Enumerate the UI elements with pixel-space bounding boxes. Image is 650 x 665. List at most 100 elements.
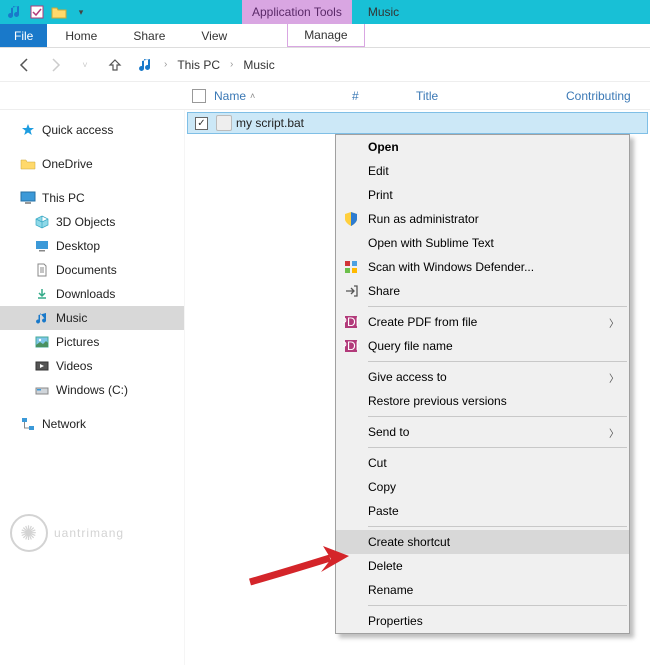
window-title: Music: [352, 0, 415, 24]
chevron-right-icon: 〉: [609, 425, 619, 440]
ctx-edit[interactable]: Edit: [336, 159, 629, 183]
ctx-send-to[interactable]: Send to〉: [336, 420, 629, 444]
column-name[interactable]: Name˄: [214, 89, 352, 103]
file-checkbox[interactable]: ✓: [195, 117, 208, 130]
forward-button: [44, 54, 66, 76]
ctx-scan-defender[interactable]: Scan with Windows Defender...: [336, 255, 629, 279]
ctx-label: Share: [368, 284, 400, 298]
ctx-label: Give access to: [368, 370, 447, 384]
qat-save-icon[interactable]: [28, 3, 46, 21]
sidebar-windows-c[interactable]: Windows (C:): [0, 378, 184, 402]
drive-icon: [34, 382, 50, 398]
picture-icon: [34, 334, 50, 350]
ctx-label: Delete: [368, 559, 403, 573]
star-icon: [20, 122, 36, 138]
ctx-label: Create shortcut: [368, 535, 450, 549]
ctx-delete[interactable]: Delete: [336, 554, 629, 578]
ctx-label: Properties: [368, 614, 423, 628]
music-app-icon: [6, 3, 24, 21]
column-title[interactable]: Title: [416, 89, 566, 103]
sidebar-item-label: Quick access: [42, 123, 113, 137]
pdf-icon: PDF: [342, 313, 360, 331]
sidebar-item-label: Pictures: [56, 335, 99, 349]
monitor-icon: [20, 190, 36, 206]
sidebar-item-label: Windows (C:): [56, 383, 128, 397]
ribbon-file-tab[interactable]: File: [0, 24, 47, 47]
chevron-right-icon[interactable]: ›: [164, 59, 167, 70]
defender-icon: [342, 258, 360, 276]
share-icon: [342, 282, 360, 300]
column-contributing[interactable]: Contributing: [566, 89, 631, 103]
shield-icon: [342, 210, 360, 228]
ribbon-tab-home[interactable]: Home: [47, 24, 115, 47]
ctx-restore-prev[interactable]: Restore previous versions: [336, 389, 629, 413]
video-icon: [34, 358, 50, 374]
ctx-run-admin[interactable]: Run as administrator: [336, 207, 629, 231]
sidebar-item-label: Videos: [56, 359, 92, 373]
nav-row: ˅ › This PC › Music: [0, 48, 650, 82]
chevron-right-icon[interactable]: ›: [230, 59, 233, 70]
sidebar-documents[interactable]: Documents: [0, 258, 184, 282]
file-name: my script.bat: [236, 116, 304, 130]
ctx-label: Open with Sublime Text: [368, 236, 494, 250]
qat-folder-icon[interactable]: [50, 3, 68, 21]
ctx-label: Copy: [368, 480, 396, 494]
qat-dropdown-icon[interactable]: ▾: [72, 3, 90, 21]
ctx-separator: [368, 605, 627, 606]
sidebar-onedrive[interactable]: OneDrive: [0, 152, 184, 176]
ctx-query-filename[interactable]: PDF Query file name: [336, 334, 629, 358]
ctx-print[interactable]: Print: [336, 183, 629, 207]
column-name-label: Name: [214, 89, 246, 103]
sidebar-item-label: 3D Objects: [56, 215, 115, 229]
sidebar-videos[interactable]: Videos: [0, 354, 184, 378]
sidebar-music[interactable]: Music: [0, 306, 184, 330]
sidebar-downloads[interactable]: Downloads: [0, 282, 184, 306]
breadcrumb[interactable]: › This PC › Music: [138, 56, 279, 74]
ribbon-tab-view[interactable]: View: [183, 24, 245, 47]
ctx-separator: [368, 416, 627, 417]
ctx-copy[interactable]: Copy: [336, 475, 629, 499]
desktop-icon: [34, 238, 50, 254]
pdf-icon: PDF: [342, 337, 360, 355]
ctx-create-pdf[interactable]: PDF Create PDF from file 〉: [336, 310, 629, 334]
ribbon-tab-manage[interactable]: Manage: [287, 24, 364, 47]
recent-dropdown-icon[interactable]: ˅: [74, 54, 96, 76]
ctx-open[interactable]: Open: [336, 135, 629, 159]
sidebar-this-pc[interactable]: This PC: [0, 186, 184, 210]
ctx-label: Rename: [368, 583, 413, 597]
sidebar-pictures[interactable]: Pictures: [0, 330, 184, 354]
file-row[interactable]: ✓ my script.bat: [187, 112, 648, 134]
ctx-label: Edit: [368, 164, 389, 178]
ctx-share[interactable]: Share: [336, 279, 629, 303]
ctx-label: Run as administrator: [368, 212, 479, 226]
sidebar-3d-objects[interactable]: 3D Objects: [0, 210, 184, 234]
sidebar-quick-access[interactable]: Quick access: [0, 118, 184, 142]
breadcrumb-music[interactable]: Music: [239, 56, 278, 74]
ctx-give-access[interactable]: Give access to〉: [336, 365, 629, 389]
up-button[interactable]: [104, 54, 126, 76]
ctx-rename[interactable]: Rename: [336, 578, 629, 602]
nav-sidebar: Quick access OneDrive This PC 3D Objects…: [0, 110, 185, 665]
svg-text:PDF: PDF: [343, 315, 359, 329]
music-icon: [34, 310, 50, 326]
batch-file-icon: [216, 115, 232, 131]
ctx-separator: [368, 447, 627, 448]
select-all-checkbox[interactable]: [192, 89, 206, 103]
ctx-label: Scan with Windows Defender...: [368, 260, 534, 274]
sidebar-desktop[interactable]: Desktop: [0, 234, 184, 258]
ctx-create-shortcut[interactable]: Create shortcut: [336, 530, 629, 554]
ctx-label: Cut: [368, 456, 387, 470]
ctx-properties[interactable]: Properties: [336, 609, 629, 633]
music-folder-icon: [138, 57, 154, 73]
column-num[interactable]: #: [352, 89, 416, 103]
sidebar-item-label: Downloads: [56, 287, 115, 301]
ribbon-tab-share[interactable]: Share: [115, 24, 183, 47]
ctx-paste[interactable]: Paste: [336, 499, 629, 523]
ctx-cut[interactable]: Cut: [336, 451, 629, 475]
sidebar-network[interactable]: Network: [0, 412, 184, 436]
ctx-open-sublime[interactable]: Open with Sublime Text: [336, 231, 629, 255]
back-button[interactable]: [14, 54, 36, 76]
breadcrumb-this-pc[interactable]: This PC: [173, 56, 224, 74]
sidebar-item-label: Desktop: [56, 239, 100, 253]
ctx-label: Create PDF from file: [368, 315, 477, 329]
